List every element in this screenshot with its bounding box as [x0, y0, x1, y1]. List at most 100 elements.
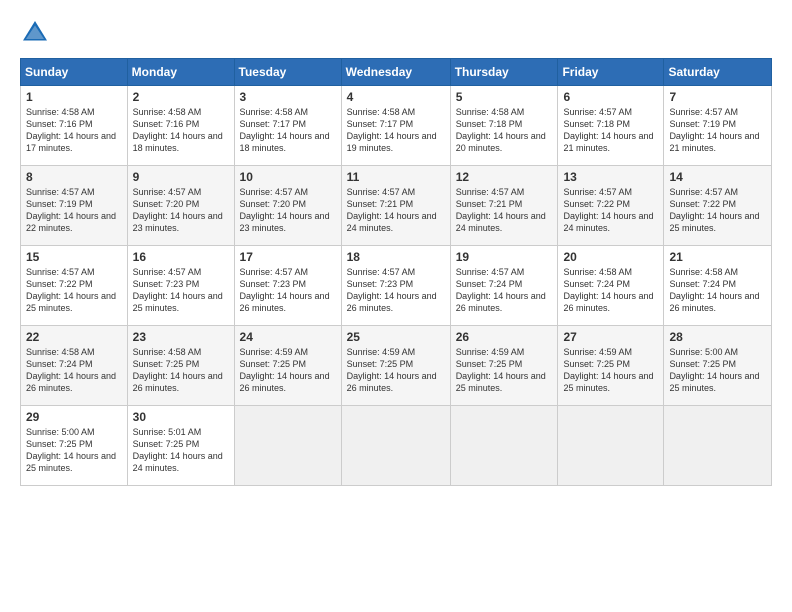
day-number: 10: [240, 170, 336, 184]
day-number: 1: [26, 90, 122, 104]
cell-info: Sunrise: 4:58 AM Sunset: 7:16 PM Dayligh…: [26, 106, 122, 155]
cell-info: Sunrise: 5:00 AM Sunset: 7:25 PM Dayligh…: [669, 346, 766, 395]
col-header-monday: Monday: [127, 59, 234, 86]
day-number: 24: [240, 330, 336, 344]
cell-info: Sunrise: 4:57 AM Sunset: 7:23 PM Dayligh…: [240, 266, 336, 315]
cell-info: Sunrise: 4:57 AM Sunset: 7:22 PM Dayligh…: [563, 186, 658, 235]
calendar-cell: [450, 406, 558, 486]
cell-info: Sunrise: 5:01 AM Sunset: 7:25 PM Dayligh…: [133, 426, 229, 475]
cell-info: Sunrise: 4:58 AM Sunset: 7:24 PM Dayligh…: [26, 346, 122, 395]
col-header-friday: Friday: [558, 59, 664, 86]
cell-info: Sunrise: 4:57 AM Sunset: 7:21 PM Dayligh…: [347, 186, 445, 235]
cell-info: Sunrise: 4:57 AM Sunset: 7:23 PM Dayligh…: [347, 266, 445, 315]
day-number: 20: [563, 250, 658, 264]
col-header-wednesday: Wednesday: [341, 59, 450, 86]
day-number: 17: [240, 250, 336, 264]
calendar-cell: 18 Sunrise: 4:57 AM Sunset: 7:23 PM Dayl…: [341, 246, 450, 326]
logo-icon: [20, 18, 50, 48]
cell-info: Sunrise: 4:58 AM Sunset: 7:24 PM Dayligh…: [563, 266, 658, 315]
calendar-week-row: 22 Sunrise: 4:58 AM Sunset: 7:24 PM Dayl…: [21, 326, 772, 406]
col-header-sunday: Sunday: [21, 59, 128, 86]
calendar-cell: 5 Sunrise: 4:58 AM Sunset: 7:18 PM Dayli…: [450, 86, 558, 166]
calendar-cell: 29 Sunrise: 5:00 AM Sunset: 7:25 PM Dayl…: [21, 406, 128, 486]
day-number: 25: [347, 330, 445, 344]
cell-info: Sunrise: 4:57 AM Sunset: 7:19 PM Dayligh…: [669, 106, 766, 155]
day-number: 4: [347, 90, 445, 104]
day-number: 2: [133, 90, 229, 104]
calendar-cell: 7 Sunrise: 4:57 AM Sunset: 7:19 PM Dayli…: [664, 86, 772, 166]
calendar-cell: 23 Sunrise: 4:58 AM Sunset: 7:25 PM Dayl…: [127, 326, 234, 406]
calendar-cell: 16 Sunrise: 4:57 AM Sunset: 7:23 PM Dayl…: [127, 246, 234, 326]
col-header-thursday: Thursday: [450, 59, 558, 86]
day-number: 23: [133, 330, 229, 344]
cell-info: Sunrise: 4:58 AM Sunset: 7:24 PM Dayligh…: [669, 266, 766, 315]
calendar-week-row: 1 Sunrise: 4:58 AM Sunset: 7:16 PM Dayli…: [21, 86, 772, 166]
header: [20, 18, 772, 48]
day-number: 22: [26, 330, 122, 344]
calendar-cell: 8 Sunrise: 4:57 AM Sunset: 7:19 PM Dayli…: [21, 166, 128, 246]
cell-info: Sunrise: 4:58 AM Sunset: 7:17 PM Dayligh…: [347, 106, 445, 155]
day-number: 7: [669, 90, 766, 104]
cell-info: Sunrise: 4:57 AM Sunset: 7:20 PM Dayligh…: [133, 186, 229, 235]
calendar-cell: 11 Sunrise: 4:57 AM Sunset: 7:21 PM Dayl…: [341, 166, 450, 246]
calendar-cell: [664, 406, 772, 486]
day-number: 11: [347, 170, 445, 184]
calendar-cell: 28 Sunrise: 5:00 AM Sunset: 7:25 PM Dayl…: [664, 326, 772, 406]
col-header-tuesday: Tuesday: [234, 59, 341, 86]
cell-info: Sunrise: 4:59 AM Sunset: 7:25 PM Dayligh…: [563, 346, 658, 395]
calendar-cell: 21 Sunrise: 4:58 AM Sunset: 7:24 PM Dayl…: [664, 246, 772, 326]
calendar-cell: 2 Sunrise: 4:58 AM Sunset: 7:16 PM Dayli…: [127, 86, 234, 166]
calendar-cell: 24 Sunrise: 4:59 AM Sunset: 7:25 PM Dayl…: [234, 326, 341, 406]
cell-info: Sunrise: 4:59 AM Sunset: 7:25 PM Dayligh…: [456, 346, 553, 395]
cell-info: Sunrise: 4:59 AM Sunset: 7:25 PM Dayligh…: [240, 346, 336, 395]
calendar-week-row: 8 Sunrise: 4:57 AM Sunset: 7:19 PM Dayli…: [21, 166, 772, 246]
cell-info: Sunrise: 4:57 AM Sunset: 7:20 PM Dayligh…: [240, 186, 336, 235]
calendar-cell: [341, 406, 450, 486]
cell-info: Sunrise: 4:57 AM Sunset: 7:23 PM Dayligh…: [133, 266, 229, 315]
day-number: 21: [669, 250, 766, 264]
calendar-cell: 17 Sunrise: 4:57 AM Sunset: 7:23 PM Dayl…: [234, 246, 341, 326]
calendar-cell: 19 Sunrise: 4:57 AM Sunset: 7:24 PM Dayl…: [450, 246, 558, 326]
day-number: 13: [563, 170, 658, 184]
day-number: 18: [347, 250, 445, 264]
calendar-cell: 4 Sunrise: 4:58 AM Sunset: 7:17 PM Dayli…: [341, 86, 450, 166]
calendar-cell: [558, 406, 664, 486]
calendar-cell: 14 Sunrise: 4:57 AM Sunset: 7:22 PM Dayl…: [664, 166, 772, 246]
logo: [20, 18, 54, 48]
day-number: 16: [133, 250, 229, 264]
calendar-cell: 6 Sunrise: 4:57 AM Sunset: 7:18 PM Dayli…: [558, 86, 664, 166]
day-number: 29: [26, 410, 122, 424]
day-number: 14: [669, 170, 766, 184]
cell-info: Sunrise: 4:58 AM Sunset: 7:18 PM Dayligh…: [456, 106, 553, 155]
day-number: 19: [456, 250, 553, 264]
cell-info: Sunrise: 4:59 AM Sunset: 7:25 PM Dayligh…: [347, 346, 445, 395]
day-number: 9: [133, 170, 229, 184]
calendar-cell: 20 Sunrise: 4:58 AM Sunset: 7:24 PM Dayl…: [558, 246, 664, 326]
calendar-cell: 3 Sunrise: 4:58 AM Sunset: 7:17 PM Dayli…: [234, 86, 341, 166]
calendar-week-row: 15 Sunrise: 4:57 AM Sunset: 7:22 PM Dayl…: [21, 246, 772, 326]
calendar-cell: [234, 406, 341, 486]
page: SundayMondayTuesdayWednesdayThursdayFrid…: [0, 0, 792, 612]
col-header-saturday: Saturday: [664, 59, 772, 86]
cell-info: Sunrise: 4:57 AM Sunset: 7:18 PM Dayligh…: [563, 106, 658, 155]
day-number: 12: [456, 170, 553, 184]
cell-info: Sunrise: 4:57 AM Sunset: 7:19 PM Dayligh…: [26, 186, 122, 235]
calendar-cell: 1 Sunrise: 4:58 AM Sunset: 7:16 PM Dayli…: [21, 86, 128, 166]
calendar-table: SundayMondayTuesdayWednesdayThursdayFrid…: [20, 58, 772, 486]
calendar-cell: 15 Sunrise: 4:57 AM Sunset: 7:22 PM Dayl…: [21, 246, 128, 326]
day-number: 3: [240, 90, 336, 104]
cell-info: Sunrise: 4:57 AM Sunset: 7:21 PM Dayligh…: [456, 186, 553, 235]
calendar-header-row: SundayMondayTuesdayWednesdayThursdayFrid…: [21, 59, 772, 86]
calendar-cell: 9 Sunrise: 4:57 AM Sunset: 7:20 PM Dayli…: [127, 166, 234, 246]
day-number: 30: [133, 410, 229, 424]
day-number: 28: [669, 330, 766, 344]
calendar-cell: 26 Sunrise: 4:59 AM Sunset: 7:25 PM Dayl…: [450, 326, 558, 406]
calendar-week-row: 29 Sunrise: 5:00 AM Sunset: 7:25 PM Dayl…: [21, 406, 772, 486]
day-number: 26: [456, 330, 553, 344]
calendar-cell: 13 Sunrise: 4:57 AM Sunset: 7:22 PM Dayl…: [558, 166, 664, 246]
cell-info: Sunrise: 4:57 AM Sunset: 7:22 PM Dayligh…: [26, 266, 122, 315]
cell-info: Sunrise: 5:00 AM Sunset: 7:25 PM Dayligh…: [26, 426, 122, 475]
day-number: 27: [563, 330, 658, 344]
calendar-cell: 22 Sunrise: 4:58 AM Sunset: 7:24 PM Dayl…: [21, 326, 128, 406]
day-number: 15: [26, 250, 122, 264]
